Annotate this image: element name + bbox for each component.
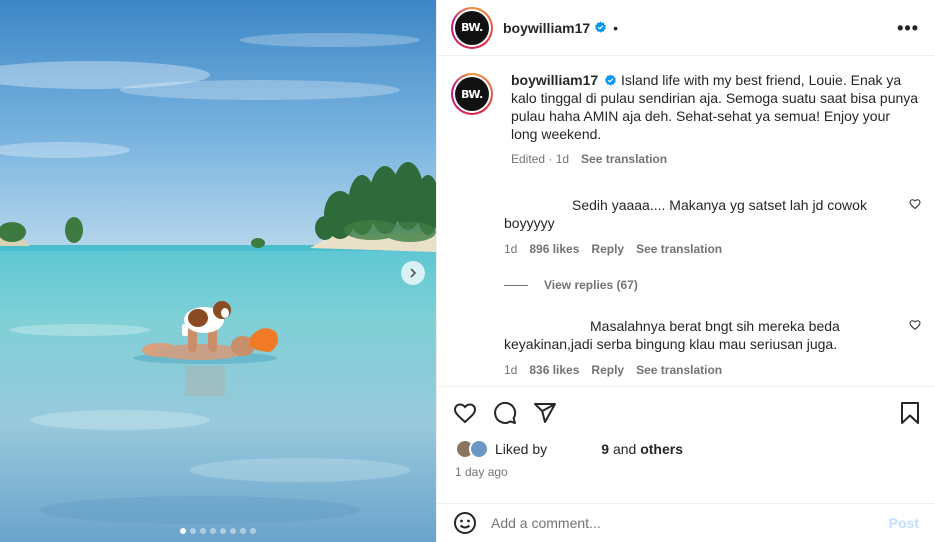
carousel-dot xyxy=(230,528,236,534)
like-comment-icon[interactable] xyxy=(909,319,921,331)
avatar: BW. xyxy=(455,77,489,111)
comment-item: Masalahnya berat bngt sih mereka beda ke… xyxy=(437,317,935,377)
post-header: BW. boywilliam17 • ••• xyxy=(437,0,935,56)
verified-badge-icon xyxy=(595,21,607,33)
avatar: BW. xyxy=(455,10,489,45)
emoji-icon[interactable] xyxy=(453,511,477,535)
carousel-dot xyxy=(220,528,226,534)
comment-time[interactable]: 1d xyxy=(504,363,517,377)
edited-label: Edited · 1d xyxy=(511,152,570,166)
next-photo-button[interactable] xyxy=(401,261,425,285)
post-actions: Liked by 9 and others 1 day ago xyxy=(437,386,935,486)
comment-text: Sedih yaaaa.... Makanya yg satset lah jd… xyxy=(504,197,867,231)
post-side-panel: BW. boywilliam17 • ••• BW. boywilliam17 … xyxy=(436,0,935,542)
carousel-dot xyxy=(240,528,246,534)
story-ring[interactable]: BW. xyxy=(451,6,493,49)
verified-badge-icon xyxy=(605,74,617,86)
beach-photo xyxy=(0,0,436,542)
post-dialog: BW. boywilliam17 • ••• BW. boywilliam17 … xyxy=(0,0,935,542)
like-comment-icon[interactable] xyxy=(909,198,921,210)
carousel-dot xyxy=(250,528,256,534)
carousel-dot xyxy=(210,528,216,534)
chevron-right-icon xyxy=(410,268,417,278)
like-heart-icon[interactable] xyxy=(453,401,477,425)
see-translation-link[interactable]: See translation xyxy=(636,363,722,377)
comments-list[interactable]: BW. boywilliam17 Island life with my bes… xyxy=(437,57,935,387)
carousel-dot xyxy=(180,528,186,534)
comment-likes[interactable]: 836 likes xyxy=(529,363,579,377)
story-ring[interactable]: BW. xyxy=(451,73,493,115)
comment-likes[interactable]: 896 likes xyxy=(529,242,579,256)
post-time[interactable]: 1 day ago xyxy=(455,465,935,479)
replies-divider xyxy=(504,284,528,286)
caption-username[interactable]: boywilliam17 xyxy=(511,72,598,88)
carousel-dot xyxy=(190,528,196,534)
comment-bubble-icon[interactable] xyxy=(493,401,517,425)
carousel-dot xyxy=(200,528,206,534)
reply-button[interactable]: Reply xyxy=(591,242,624,256)
avatar xyxy=(469,439,489,459)
liked-others-link[interactable]: others xyxy=(640,441,683,457)
carousel-indicator xyxy=(0,528,436,534)
add-comment-bar: Post xyxy=(437,503,935,542)
comment-item: Sedih yaaaa.... Makanya yg satset lah jd… xyxy=(437,196,935,256)
post-caption: BW. boywilliam17 Island life with my bes… xyxy=(437,57,935,166)
see-translation-link[interactable]: See translation xyxy=(636,242,722,256)
more-options-icon[interactable]: ••• xyxy=(897,19,919,37)
likes-summary: Liked by 9 and others xyxy=(455,439,935,459)
liked-by-user[interactable]: 9 xyxy=(551,441,609,457)
reply-button[interactable]: Reply xyxy=(591,363,624,377)
bookmark-icon[interactable] xyxy=(899,401,921,425)
liked-by-label: Liked by xyxy=(495,441,548,457)
comment-text: Masalahnya berat bngt sih mereka beda ke… xyxy=(504,318,840,352)
comment-input[interactable] xyxy=(491,515,871,531)
comment-time[interactable]: 1d xyxy=(504,242,517,256)
liked-and-label: and xyxy=(612,441,637,457)
liked-by-avatars[interactable] xyxy=(455,439,491,459)
view-replies-button[interactable]: View replies (67) xyxy=(504,278,935,292)
username-link[interactable]: boywilliam17 xyxy=(503,20,590,36)
follow-separator: • xyxy=(613,19,619,36)
see-translation-link[interactable]: See translation xyxy=(581,152,667,166)
post-comment-button[interactable]: Post xyxy=(889,515,919,531)
view-replies-label: View replies (67) xyxy=(544,278,638,292)
post-photo[interactable] xyxy=(0,0,436,542)
share-send-icon[interactable] xyxy=(533,401,557,425)
